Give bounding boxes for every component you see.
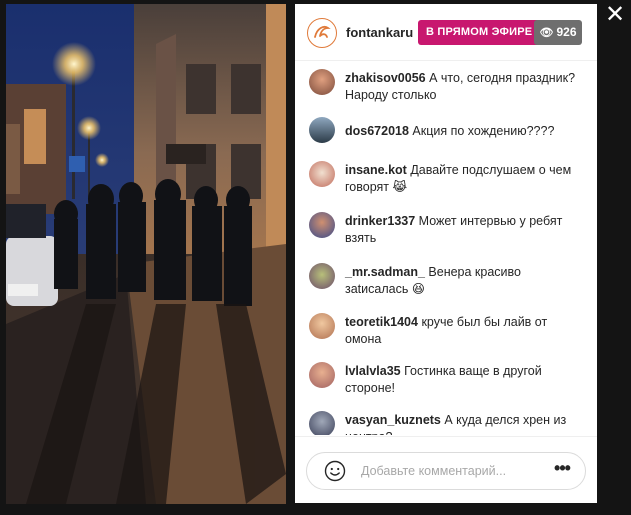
host-username[interactable]: fontankaru — [346, 25, 413, 40]
comment-username[interactable]: vasyan_kuznets — [345, 413, 441, 427]
user-avatar[interactable] — [309, 362, 335, 388]
user-avatar[interactable] — [309, 161, 335, 187]
comment-username[interactable]: dos672018 — [345, 124, 409, 138]
comment-text: _mr.sadman_ Венера красиво зatисалась 😆 — [345, 264, 577, 298]
comment-composer: ••• — [295, 436, 597, 503]
live-video[interactable] — [6, 4, 286, 504]
close-button[interactable]: ✕ — [604, 3, 626, 27]
comment-list[interactable]: zhakisov0056 А что, сегодня праздник? На… — [295, 61, 597, 435]
user-avatar[interactable] — [309, 263, 335, 289]
comment-box: ••• — [306, 452, 586, 490]
comment-username[interactable]: insane.kot — [345, 163, 407, 177]
live-badge: В ПРЯМОМ ЭФИРЕ — [418, 20, 541, 45]
comment-username[interactable]: teoretik1404 — [345, 315, 418, 329]
comment-text: dos672018 Акция по хождению???? — [345, 123, 577, 140]
comment-text: lvlalvla35 Гостинка ваще в другой сторон… — [345, 363, 577, 397]
user-avatar[interactable] — [309, 117, 335, 143]
comment-username[interactable]: zhakisov0056 — [345, 71, 426, 85]
comment-username[interactable]: _mr.sadman_ — [345, 265, 425, 279]
user-avatar[interactable] — [309, 313, 335, 339]
viewer-count: 926 — [556, 25, 577, 39]
user-avatar[interactable] — [309, 69, 335, 95]
comment-username[interactable]: lvlalvla35 — [345, 364, 401, 378]
viewer-count-badge: 👁 926 — [534, 20, 582, 45]
chat-header: fontankaru В ПРЯМОМ ЭФИРЕ 👁 926 — [295, 4, 597, 61]
eye-icon: 👁 — [539, 27, 554, 39]
comment-text: drinker1337 Может интервью у ребят взять — [345, 213, 577, 247]
comment-body: Акция по хождению???? — [412, 124, 555, 138]
emoji-icon[interactable] — [324, 460, 346, 482]
video-frame — [6, 4, 286, 504]
comment-username[interactable]: drinker1337 — [345, 214, 415, 228]
comment-text: insane.kot Давайте подслушаем о чем гово… — [345, 162, 577, 196]
live-chat-panel: fontankaru В ПРЯМОМ ЭФИРЕ 👁 926 zhakisov0… — [295, 4, 597, 503]
user-avatar[interactable] — [309, 212, 335, 238]
comment-input[interactable] — [361, 462, 541, 480]
host-avatar[interactable] — [307, 18, 337, 48]
comment-text: zhakisov0056 А что, сегодня праздник? На… — [345, 70, 577, 104]
user-avatar[interactable] — [309, 411, 335, 435]
comment-text: vasyan_kuznets А куда делся хрен из цент… — [345, 412, 577, 435]
fontanka-logo-icon — [309, 20, 334, 45]
comment-text: teoretik1404 круче был бы лайв от омона — [345, 314, 577, 348]
more-options-button[interactable]: ••• — [551, 459, 573, 481]
